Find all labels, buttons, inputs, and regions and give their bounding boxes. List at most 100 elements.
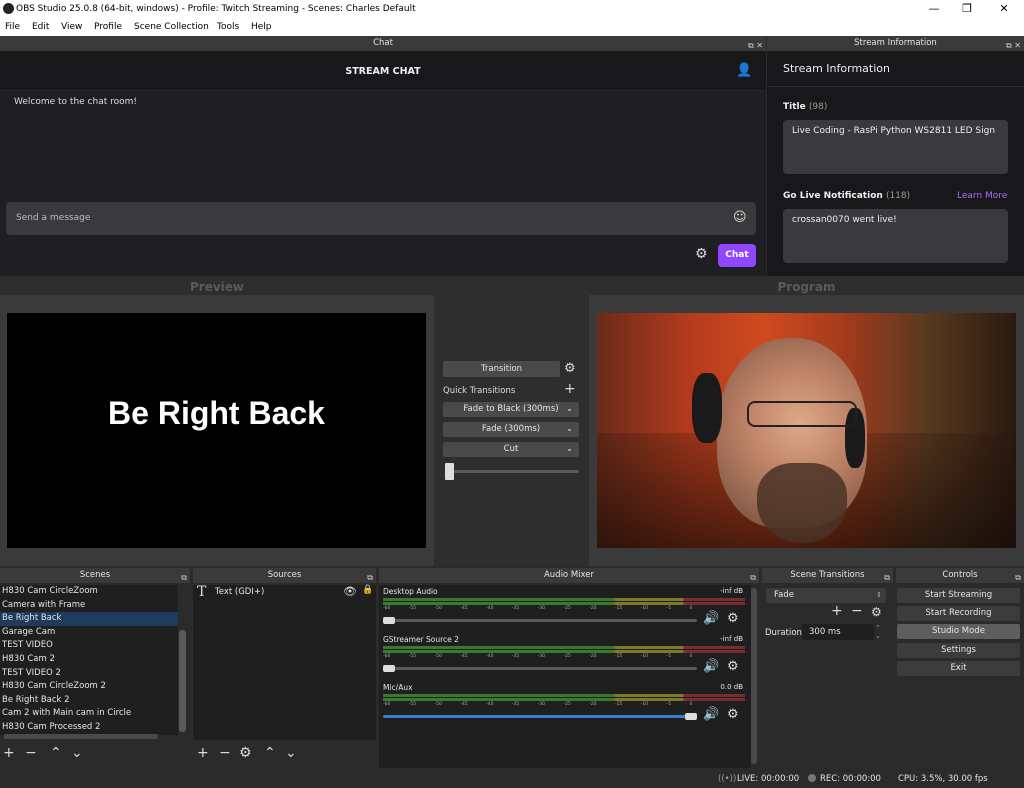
- volume-slider-handle[interactable]: [685, 713, 697, 720]
- dock-float-icon[interactable]: ⧉: [367, 570, 373, 585]
- source-properties-gear-icon[interactable]: ⚙: [239, 745, 252, 761]
- close-button[interactable]: ✕: [987, 0, 1021, 18]
- emoji-icon[interactable]: ☺: [733, 210, 747, 225]
- controls-dock-header: Controls ⧉: [896, 568, 1024, 583]
- move-down-icon[interactable]: ⌄: [71, 745, 83, 761]
- channel-name: Mic/Aux: [383, 683, 413, 692]
- volume-slider-track[interactable]: [383, 715, 697, 718]
- menu-profile[interactable]: Profile: [94, 22, 122, 32]
- scene-item[interactable]: Be Right Back 2: [0, 694, 178, 708]
- cpu-fps: CPU: 3.5%, 30.00 fps: [898, 774, 988, 784]
- speaker-icon[interactable]: 🔊: [703, 611, 719, 626]
- dock-float-close-icon[interactable]: ⧉ ✕: [1006, 38, 1021, 53]
- add-transition-icon[interactable]: +: [831, 603, 843, 619]
- scene-item[interactable]: Garage Cam: [0, 626, 178, 640]
- scenes-dock-header: Scenes ⧉: [0, 568, 190, 583]
- speaker-icon[interactable]: 🔊: [703, 659, 719, 674]
- dock-float-icon[interactable]: ⧉: [750, 570, 756, 585]
- scenes-scrollbar[interactable]: [179, 630, 186, 732]
- channel-settings-gear-icon[interactable]: ⚙: [727, 707, 739, 722]
- dock-float-icon[interactable]: ⧉: [884, 570, 890, 585]
- scene-item[interactable]: H830 Cam CircleZoom 2: [0, 680, 178, 694]
- menu-file[interactable]: File: [5, 22, 20, 32]
- quick-transition-fade[interactable]: Fade (300ms) ⌄: [443, 422, 579, 437]
- scene-item[interactable]: H830 Cam Processed 2: [0, 721, 178, 735]
- maximize-button[interactable]: ❐: [950, 0, 984, 18]
- sources-dock: Sources ⧉ T Text (GDI+) 👁 🔒 + − ⚙ ⌃ ⌄: [193, 568, 376, 768]
- scene-item[interactable]: H830 Cam 2: [0, 653, 178, 667]
- channel-settings-gear-icon[interactable]: ⚙: [727, 611, 739, 626]
- source-item-text-gdi[interactable]: Text (GDI+): [215, 587, 264, 597]
- transition-button[interactable]: Transition: [443, 361, 560, 377]
- settings-button[interactable]: Settings: [897, 643, 1020, 658]
- preview-canvas[interactable]: Be Right Back: [7, 313, 426, 548]
- scene-item[interactable]: H830 Cam CircleZoom: [0, 585, 178, 599]
- speaker-icon[interactable]: 🔊: [703, 707, 719, 722]
- tbar-track: [445, 470, 579, 473]
- mixer-channels: Desktop Audio -inf dB -60 -55 -50 -45 -40 …: [379, 585, 751, 768]
- add-scene-icon[interactable]: +: [3, 745, 15, 761]
- add-source-icon[interactable]: +: [197, 745, 209, 761]
- visibility-eye-icon[interactable]: 👁: [343, 585, 357, 598]
- menu-help[interactable]: Help: [251, 22, 272, 32]
- volume-slider-track[interactable]: [383, 667, 697, 670]
- menu-tools[interactable]: Tools: [217, 22, 239, 32]
- chat-settings-gear-icon[interactable]: ⚙: [695, 246, 708, 262]
- move-up-icon[interactable]: ⌃: [50, 745, 62, 761]
- chat-dock: Chat ⧉ ✕ STREAM CHAT 👤 Welcome to the ch…: [0, 36, 766, 276]
- duration-input[interactable]: 300 ms: [802, 624, 874, 640]
- scene-item[interactable]: Camera with Frame: [0, 599, 178, 613]
- remove-source-icon[interactable]: −: [219, 745, 231, 761]
- channel-settings-gear-icon[interactable]: ⚙: [727, 659, 739, 674]
- transition-properties-gear-icon[interactable]: ⚙: [871, 605, 882, 619]
- go-live-label: Go Live Notification (118): [783, 191, 911, 201]
- chat-message-input[interactable]: Send a message ☺: [6, 202, 756, 235]
- scene-item[interactable]: Cam 2 with Main cam in Circle: [0, 707, 178, 721]
- volume-slider-handle[interactable]: [383, 665, 395, 672]
- minimize-button[interactable]: —: [917, 0, 951, 18]
- transition-select[interactable]: Fade ⇕: [766, 588, 886, 603]
- menu-scene-collection[interactable]: Scene Collection: [134, 22, 209, 32]
- start-recording-button[interactable]: Start Recording: [897, 606, 1020, 621]
- lock-icon[interactable]: 🔒: [362, 585, 373, 595]
- exit-button[interactable]: Exit: [897, 661, 1020, 676]
- chat-send-button[interactable]: Chat: [718, 244, 756, 267]
- updown-icon: ⇕: [876, 591, 882, 599]
- scene-item[interactable]: TEST VIDEO: [0, 639, 178, 653]
- chevron-down-icon: ⌄: [565, 404, 573, 414]
- scene-item[interactable]: Be Right Back: [0, 612, 178, 626]
- volume-slider-track[interactable]: [383, 619, 697, 622]
- go-live-notification-input[interactable]: crossan0070 went live!: [783, 209, 1008, 263]
- scenes-hscrollbar[interactable]: [4, 734, 158, 739]
- start-streaming-button[interactable]: Start Streaming: [897, 588, 1020, 603]
- remove-transition-icon[interactable]: −: [851, 603, 863, 619]
- obs-logo-icon: [3, 3, 14, 14]
- volume-meter: [383, 698, 745, 701]
- stream-info-dock-title: Stream Information: [854, 38, 937, 48]
- mixer-channel: Mic/Aux 0.0 dB -60 -55 -50 -45 -40 -35 -30…: [379, 683, 751, 729]
- add-quick-transition-icon[interactable]: +: [564, 381, 576, 397]
- remove-scene-icon[interactable]: −: [25, 745, 37, 761]
- program-canvas-webcam[interactable]: [597, 313, 1016, 548]
- preview-label: Preview: [189, 280, 244, 294]
- volume-slider-handle[interactable]: [383, 617, 395, 624]
- move-up-icon[interactable]: ⌃: [264, 745, 276, 761]
- menu-edit[interactable]: Edit: [32, 22, 49, 32]
- quick-transition-cut[interactable]: Cut ⌄: [443, 442, 579, 457]
- learn-more-link[interactable]: Learn More: [957, 191, 1007, 201]
- studio-mode-button[interactable]: Studio Mode: [897, 624, 1020, 639]
- dock-float-icon[interactable]: ⧉: [1015, 570, 1021, 585]
- title-input[interactable]: Live Coding - RasPi Python WS2811 LED Si…: [783, 120, 1008, 174]
- mixer-channel: GStreamer Source 2 -inf dB -60 -55 -50 -45…: [379, 635, 751, 681]
- users-icon[interactable]: 👤: [736, 63, 752, 78]
- scenes-dock: Scenes ⧉ H830 Cam CircleZoom Camera with F…: [0, 568, 190, 768]
- tbar-handle[interactable]: [445, 463, 454, 480]
- move-down-icon[interactable]: ⌄: [285, 745, 297, 761]
- duration-spinner-icon[interactable]: ⌃ ⌄: [875, 624, 881, 640]
- scene-item[interactable]: TEST VIDEO 2: [0, 667, 178, 681]
- transition-gear-icon[interactable]: ⚙: [564, 361, 576, 376]
- mixer-scrollbar[interactable]: [751, 588, 757, 764]
- dock-float-icon[interactable]: ⧉: [181, 570, 187, 585]
- menu-view[interactable]: View: [61, 22, 82, 32]
- quick-transition-fade-to-black[interactable]: Fade to Black (300ms) ⌄: [443, 402, 579, 417]
